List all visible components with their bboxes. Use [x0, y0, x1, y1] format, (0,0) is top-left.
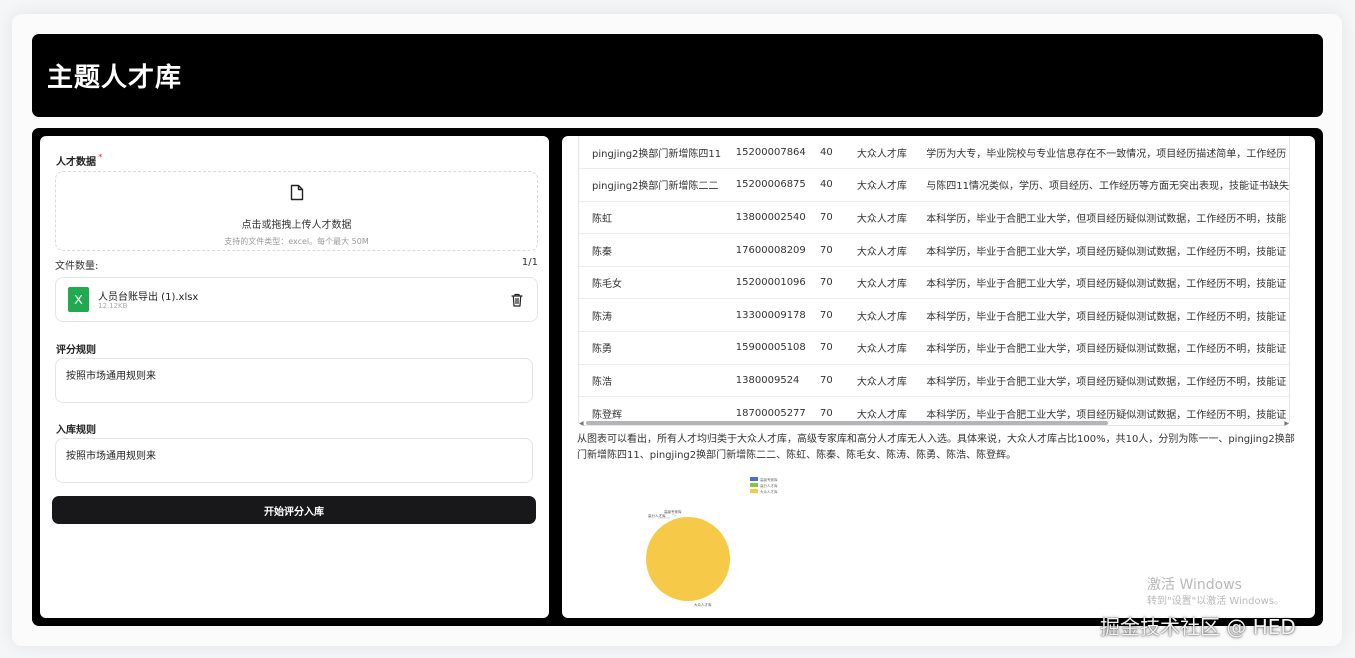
score-cell: 70: [806, 201, 844, 235]
score-cell: 40: [806, 168, 844, 202]
library-cell: 大众人才库: [843, 136, 914, 170]
name-cell: 陈毛女: [579, 266, 723, 300]
phone-cell: 15200006875: [722, 168, 807, 202]
comment-cell: 本科学历，毕业于合肥工业大学，项目经历疑似测试数据，工作经历不明，技能证: [913, 266, 1289, 300]
results-panel: pingjing2换部门新增陈四11 15200007864 40 大众人才库 学历为大…: [562, 136, 1315, 618]
comment-cell: 与陈四11情况类似，学历、项目经历、工作经历等方面无突出表现，技能证书缺失: [913, 168, 1289, 202]
legend-label: 高级专家库: [760, 477, 778, 482]
table-row: 陈浩 1380009524 70 大众人才库 本科学历，毕业于合肥工业大学，项目经历疑似…: [579, 364, 1289, 398]
table-row: 陈毛女 15200001096 70 大众人才库 本科学历，毕业于合肥工业大学，项目经历…: [579, 266, 1289, 300]
uploaded-file-card: X 人员台账导出 (1).xlsx 12.12KB: [55, 277, 538, 322]
results-table: pingjing2换部门新增陈四11 15200007864 40 大众人才库 学历为大…: [578, 136, 1290, 426]
score-cell: 70: [806, 331, 844, 365]
required-mark: *: [98, 153, 103, 163]
scrollbar-thumb[interactable]: [586, 421, 1108, 425]
file-icon: [290, 184, 304, 201]
table-row: 陈秦 17600008209 70 大众人才库 本科学历，毕业于合肥工业大学，项目经历疑…: [579, 233, 1289, 267]
upload-hint: 支持的文件类型：excel。每个最大 50M: [224, 237, 369, 246]
library-cell: 大众人才库: [843, 233, 914, 267]
excel-file-icon: X: [68, 287, 89, 312]
legend-swatch: [750, 489, 758, 493]
windows-activation-title: 激活 Windows: [1147, 577, 1242, 593]
phone-cell: 15200007864: [722, 136, 807, 170]
analysis-summary: 从图表可以看出，所有人才均归类于大众人才库，高级专家库和高分人才库无人入选。具体…: [577, 434, 1295, 461]
table-row: 陈勇 15900005108 70 大众人才库 本科学历，毕业于合肥工业大学，项目经历疑…: [579, 331, 1289, 365]
comment-cell: 本科学历，毕业于合肥工业大学，但项目经历疑似测试数据，工作经历不明，技能: [913, 201, 1289, 235]
legend-label: 大众人才库: [760, 489, 778, 494]
results-table-body: pingjing2换部门新增陈四11 15200007864 40 大众人才库 学历为大…: [579, 136, 1289, 425]
page-title: 主题人才库: [47, 63, 183, 93]
library-cell: 大众人才库: [843, 201, 914, 235]
library-cell: 大众人才库: [843, 266, 914, 300]
talent-data-label: 人才数据 *: [56, 153, 103, 168]
phone-cell: 15900005108: [722, 331, 807, 365]
phone-cell: 13800002540: [722, 201, 807, 235]
scroll-right-arrow-icon[interactable]: ▶: [1284, 420, 1289, 427]
pie-slice-label: 高分人才库: [648, 513, 666, 518]
file-size: 12.12KB: [98, 302, 128, 310]
table-row: pingjing2换部门新增陈四11 15200007864 40 大众人才库 学历为大…: [579, 136, 1289, 170]
file-count: 文件数量: 1/1: [55, 257, 538, 272]
score-cell: 70: [806, 364, 844, 398]
talent-pie-chart: 高级专家库高分人才库大众人才库高级专家库高分人才库大众人才库: [646, 477, 778, 607]
score-cell: 40: [806, 136, 844, 170]
comment-cell: 本科学历，毕业于合肥工业大学，项目经历疑似测试数据，工作经历不明，技能证: [913, 233, 1289, 267]
legend-item: 高级专家库: [750, 477, 778, 482]
library-cell: 大众人才库: [843, 168, 914, 202]
library-cell: 大众人才库: [843, 298, 914, 333]
legend-swatch: [750, 477, 758, 481]
scoring-rule-label: 评分规则: [56, 345, 96, 356]
name-cell: 陈勇: [579, 331, 723, 365]
start-scoring-button[interactable]: 开始评分入库: [52, 496, 536, 524]
pie-slice-label: 大众人才库: [694, 602, 712, 607]
pie-slice: [646, 517, 730, 601]
score-cell: 70: [806, 233, 844, 267]
phone-cell: 1380009524: [722, 364, 807, 398]
name-cell: 陈虹: [579, 201, 723, 235]
score-cell: 70: [806, 298, 844, 333]
legend-swatch: [750, 483, 758, 487]
library-cell: 大众人才库: [843, 331, 914, 365]
upload-main-text: 点击或拖拽上传人才数据: [241, 220, 352, 231]
table-row: 陈涛 13300009178 70 大众人才库 本科学历，毕业于合肥工业大学，项目经历疑…: [579, 298, 1289, 333]
storage-rule-textarea[interactable]: 按照市场通用规则来: [55, 438, 533, 483]
pie-slice-label: 高级专家库: [664, 509, 682, 514]
score-cell: 70: [806, 266, 844, 300]
talent-data-label-text: 人才数据: [56, 157, 96, 168]
comment-cell: 本科学历，毕业于合肥工业大学，项目经历疑似测试数据，工作经历不明，技能证: [913, 298, 1289, 333]
name-cell: pingjing2换部门新增陈二二: [579, 168, 723, 202]
file-name: 人员台账导出 (1).xlsx: [98, 292, 199, 303]
table-row: pingjing2换部门新增陈二二 15200006875 40 大众人才库 与陈四11…: [579, 168, 1289, 202]
comment-cell: 本科学历，毕业于合肥工业大学，项目经历疑似测试数据，工作经历不明，技能证: [913, 331, 1289, 365]
table-row: 陈虹 13800002540 70 大众人才库 本科学历，毕业于合肥工业大学，但项目经历…: [579, 201, 1289, 235]
legend-label: 高分人才库: [760, 483, 778, 488]
file-upload-dropzone[interactable]: 点击或拖拽上传人才数据 支持的文件类型：excel。每个最大 50M: [55, 171, 538, 251]
windows-activation-subtitle: 转到"设置"以激活 Windows。: [1147, 596, 1285, 607]
phone-cell: 17600008209: [722, 233, 807, 267]
comment-cell: 学历为大专，毕业院校与专业信息存在不一致情况，项目经历描述简单，工作经历: [913, 136, 1289, 170]
phone-cell: 13300009178: [722, 298, 807, 333]
site-watermark: 掘金技术社区 @ HED: [1100, 615, 1296, 639]
scroll-left-arrow-icon[interactable]: ◀: [579, 420, 584, 427]
comment-cell: 本科学历，毕业于合肥工业大学，项目经历疑似测试数据，工作经历不明，技能证: [913, 364, 1289, 398]
legend-item: 大众人才库: [750, 489, 778, 494]
name-cell: 陈涛: [579, 298, 723, 333]
name-cell: 陈浩: [579, 364, 723, 398]
legend-item: 高分人才库: [750, 483, 778, 488]
table-horizontal-scrollbar[interactable]: ◀ ▶: [578, 420, 1290, 427]
delete-trash-icon[interactable]: [511, 293, 523, 307]
storage-rule-label: 入库规则: [56, 425, 96, 436]
app-header: 主题人才库: [32, 34, 1323, 117]
name-cell: 陈秦: [579, 233, 723, 267]
file-count-value: 1/1: [521, 257, 538, 268]
file-count-label: 文件数量:: [55, 261, 99, 272]
phone-cell: 15200001096: [722, 266, 807, 300]
scoring-rule-textarea[interactable]: 按照市场通用规则来: [55, 358, 533, 403]
library-cell: 大众人才库: [843, 364, 914, 398]
input-panel: 人才数据 * 点击或拖拽上传人才数据 支持的文件类型：excel。每个最大 50M…: [40, 136, 549, 618]
name-cell: pingjing2换部门新增陈四11: [579, 136, 723, 170]
